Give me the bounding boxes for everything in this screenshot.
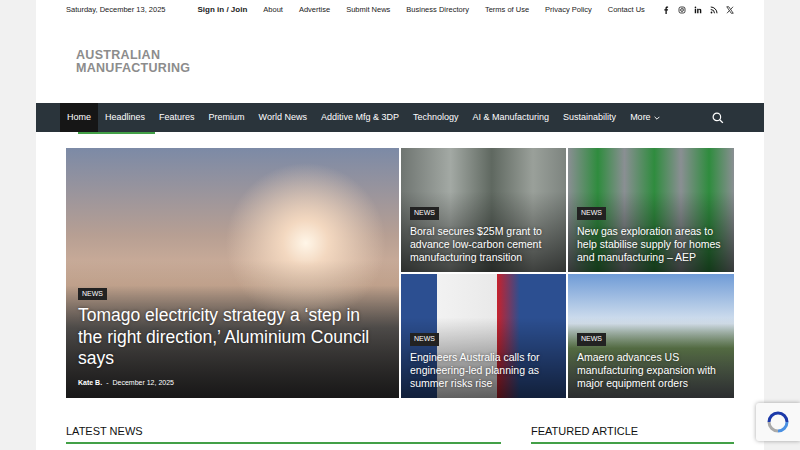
nav-item[interactable]: More [623, 103, 667, 132]
rss-icon[interactable] [710, 6, 718, 14]
nav-label: Headlines [105, 111, 145, 125]
social-links [662, 6, 734, 14]
top-link[interactable]: Business Directory [406, 4, 469, 15]
category-badge[interactable]: NEWS [577, 207, 606, 219]
chevron-down-icon [654, 115, 660, 121]
nav-label: World News [259, 111, 307, 125]
top-link[interactable]: Advertise [299, 4, 330, 15]
category-badge[interactable]: NEWS [577, 333, 606, 345]
section-title: FEATURED ARTICLE [531, 425, 734, 444]
top-bar: Saturday, December 13, 2025 Sign in / Joi… [36, 0, 764, 20]
recaptcha-badge[interactable] [756, 403, 800, 441]
hero-article[interactable]: NEWS Boral secures $25M grant to advance … [401, 148, 566, 272]
top-link[interactable]: Contact Us [608, 4, 645, 15]
nav-label: Sustainability [563, 111, 616, 125]
article-title[interactable]: Tomago electricity strategy a ‘step in t… [78, 305, 387, 369]
nav-label: Home [67, 111, 91, 125]
x-icon[interactable] [726, 6, 734, 14]
content: NEWS Tomago electricity strategy a ‘step … [36, 132, 764, 444]
sign-in-link[interactable]: Sign in / Join [198, 4, 248, 16]
search-icon[interactable] [712, 112, 724, 124]
article-date: December 12, 2025 [112, 378, 173, 389]
nav-item[interactable]: Features [152, 103, 202, 132]
nav-label: Features [159, 111, 195, 125]
article-title[interactable]: Engineers Australia calls for engineerin… [410, 351, 557, 390]
section: FEATURED ARTICLE [531, 425, 734, 444]
top-link[interactable]: Terms of Use [485, 4, 529, 15]
top-link[interactable]: Submit News [346, 4, 390, 15]
page: Saturday, December 13, 2025 Sign in / Joi… [36, 0, 764, 450]
hero-article[interactable]: NEWS New gas exploration areas to help st… [568, 148, 734, 272]
nav-label: More [630, 111, 651, 125]
article-title[interactable]: Boral secures $25M grant to advance low-… [410, 225, 557, 264]
nav-item[interactable]: World News [252, 103, 314, 132]
site-logo[interactable]: AUSTRALIANMANUFACTURING [72, 49, 190, 74]
article-title[interactable]: Amaero advances US manufacturing expansi… [577, 351, 725, 390]
nav-item[interactable]: Additive Mfg & 3DP [314, 103, 406, 132]
hero-grid: NEWS Tomago electricity strategy a ‘step … [66, 148, 734, 398]
nav-label: Technology [413, 111, 459, 125]
hero-article[interactable]: NEWS Engineers Australia calls for engine… [401, 274, 566, 398]
top-link[interactable]: Privacy Policy [545, 4, 592, 15]
nav-label: Additive Mfg & 3DP [321, 111, 399, 125]
nav-item[interactable]: Technology [406, 103, 466, 132]
hero-main-article[interactable]: NEWS Tomago electricity strategy a ‘step … [66, 148, 399, 398]
category-badge[interactable]: NEWS [410, 333, 439, 345]
linkedin-icon[interactable] [694, 6, 702, 14]
meta-separator: - [106, 378, 108, 389]
nav-item[interactable]: Premium [202, 103, 252, 132]
main-nav: Home Headlines Features Premium World News Ad… [36, 103, 764, 132]
date-label: Saturday, December 13, 2025 [66, 4, 166, 15]
nav-item[interactable]: AI & Manufacturing [466, 103, 557, 132]
section-headers: LATEST NEWS FEATURED ARTICLE [66, 425, 734, 444]
article-title[interactable]: New gas exploration areas to help stabil… [577, 225, 725, 264]
nav-label: AI & Manufacturing [473, 111, 550, 125]
logo-line: AUSTRALIAN [76, 49, 190, 62]
instagram-icon[interactable] [678, 6, 686, 14]
section-title: LATEST NEWS [66, 425, 501, 444]
author-name[interactable]: Kate B. [78, 378, 102, 389]
section: LATEST NEWS [66, 425, 501, 444]
top-link[interactable]: About [263, 4, 283, 15]
site-header: AUSTRALIANMANUFACTURING [36, 20, 764, 103]
search-button[interactable] [712, 112, 724, 124]
logo-text: AUSTRALIANMANUFACTURING [76, 49, 190, 74]
recaptcha-icon[interactable] [766, 410, 790, 434]
category-badge[interactable]: NEWS [78, 288, 107, 300]
category-badge[interactable]: NEWS [410, 207, 439, 219]
hero-article[interactable]: NEWS Amaero advances US manufacturing exp… [568, 274, 734, 398]
article-meta: Kate B.-December 12, 2025 [78, 378, 387, 389]
nav-label: Premium [209, 111, 245, 125]
nav-item[interactable]: Headlines [98, 103, 152, 132]
logo-line: MANUFACTURING [76, 62, 190, 75]
facebook-icon[interactable] [662, 6, 670, 14]
nav-item[interactable]: Sustainability [556, 103, 623, 132]
nav-item[interactable]: Home [60, 103, 98, 132]
tab-indicator [78, 132, 155, 134]
